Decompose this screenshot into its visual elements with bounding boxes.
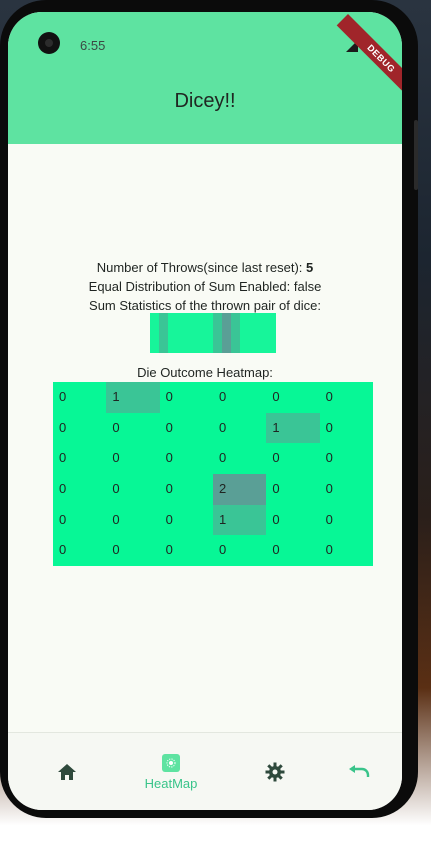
throws-count-label: Number of Throws(since last reset): [96, 260, 303, 275]
heatmap-cell: 0 [159, 382, 213, 413]
sum-bar-segment [204, 313, 213, 353]
heatmap-cell: 0 [106, 412, 160, 444]
undo-icon [349, 765, 370, 777]
heatmap-cell: 0 [212, 412, 267, 444]
heatmap-cell: 0 [266, 382, 320, 413]
sum-bar-segment [168, 313, 204, 353]
heatmap-cell: 2 [212, 473, 267, 505]
heatmap-cell: 0 [319, 504, 373, 536]
heatmap-cell: 0 [212, 535, 267, 566]
nav-item-reset[interactable] [310, 733, 402, 810]
throws-count-value: 5 [306, 260, 314, 275]
nav-item-heatmap-label: HeatMap [144, 775, 198, 791]
page-title: Dicey!! [174, 90, 236, 112]
heatmap-cell: 0 [106, 473, 160, 505]
heatmap-cell: 0 [319, 473, 373, 505]
sum-bar-segment [249, 313, 276, 353]
statistics-text: Number of Throws(since last reset): 5 Eq… [8, 258, 402, 315]
heatmap-cell: 0 [159, 412, 213, 444]
heatmap-cell: 0 [212, 382, 267, 413]
sum-statistics-bar [150, 313, 276, 353]
heatmap-cell: 0 [159, 443, 213, 474]
sum-bar-segment [231, 313, 240, 353]
nav-item-heatmap[interactable]: HeatMap [122, 733, 220, 810]
home-icon [58, 764, 76, 780]
heatmap-cell: 1 [106, 382, 160, 413]
heatmap-cell: 1 [266, 412, 320, 444]
heatmap-cell: 0 [106, 535, 160, 566]
equal-distribution-status: Equal Distribution of Sum Enabled: false [88, 279, 322, 294]
heatmap-cell: 0 [212, 443, 267, 474]
heatmap-cell: 0 [266, 473, 320, 505]
sum-bar-segment [150, 313, 159, 353]
heatmap-cell: 0 [53, 443, 107, 474]
heatmap-cell: 0 [266, 504, 320, 536]
status-time: 6:55 [80, 38, 106, 53]
heatmap-title: Die Outcome Heatmap: [137, 365, 273, 380]
heatmap-cell: 0 [319, 443, 373, 474]
heatmap-cell: 0 [106, 443, 160, 474]
throws-count-line: Number of Throws(since last reset): 5 [8, 258, 402, 277]
sum-bar-segment [159, 313, 168, 353]
app-screen: 6:55 DEBUG Dicey!! Number of Throws(sinc… [8, 12, 402, 810]
app-bar: 6:55 DEBUG Dicey!! [8, 12, 402, 144]
heatmap-cell: 0 [319, 382, 373, 413]
heatmap-cell: 0 [53, 412, 107, 444]
heatmap-cell: 0 [159, 535, 213, 566]
heatmap-cell: 0 [106, 504, 160, 536]
front-camera [38, 32, 60, 54]
gear-icon [265, 762, 285, 782]
sum-bar-segment [213, 313, 222, 353]
heatmap-cell: 0 [319, 535, 373, 566]
nav-item-home[interactable] [18, 733, 116, 810]
bottom-navigation: HeatMap [8, 732, 402, 810]
heatmap-cell: 0 [53, 535, 107, 566]
heatmap-cell: 0 [319, 412, 373, 444]
heatmap-cell: 1 [212, 504, 267, 536]
phone-side-button [414, 120, 418, 190]
heatmap-cell: 0 [159, 473, 213, 505]
heatmap-cell: 0 [266, 443, 320, 474]
heatmap-cell: 0 [53, 473, 107, 505]
sum-bar-segment [222, 313, 231, 353]
sum-bar-segment [240, 313, 249, 353]
heatmap-cell: 0 [266, 535, 320, 566]
heatmap-cell: 0 [53, 382, 107, 413]
heatmap-cell: 0 [53, 504, 107, 536]
heatmap-cell: 0 [159, 504, 213, 536]
heatmap-icon [162, 753, 180, 772]
die-outcome-heatmap: 010000000010000000000200000100000000 [53, 382, 373, 566]
